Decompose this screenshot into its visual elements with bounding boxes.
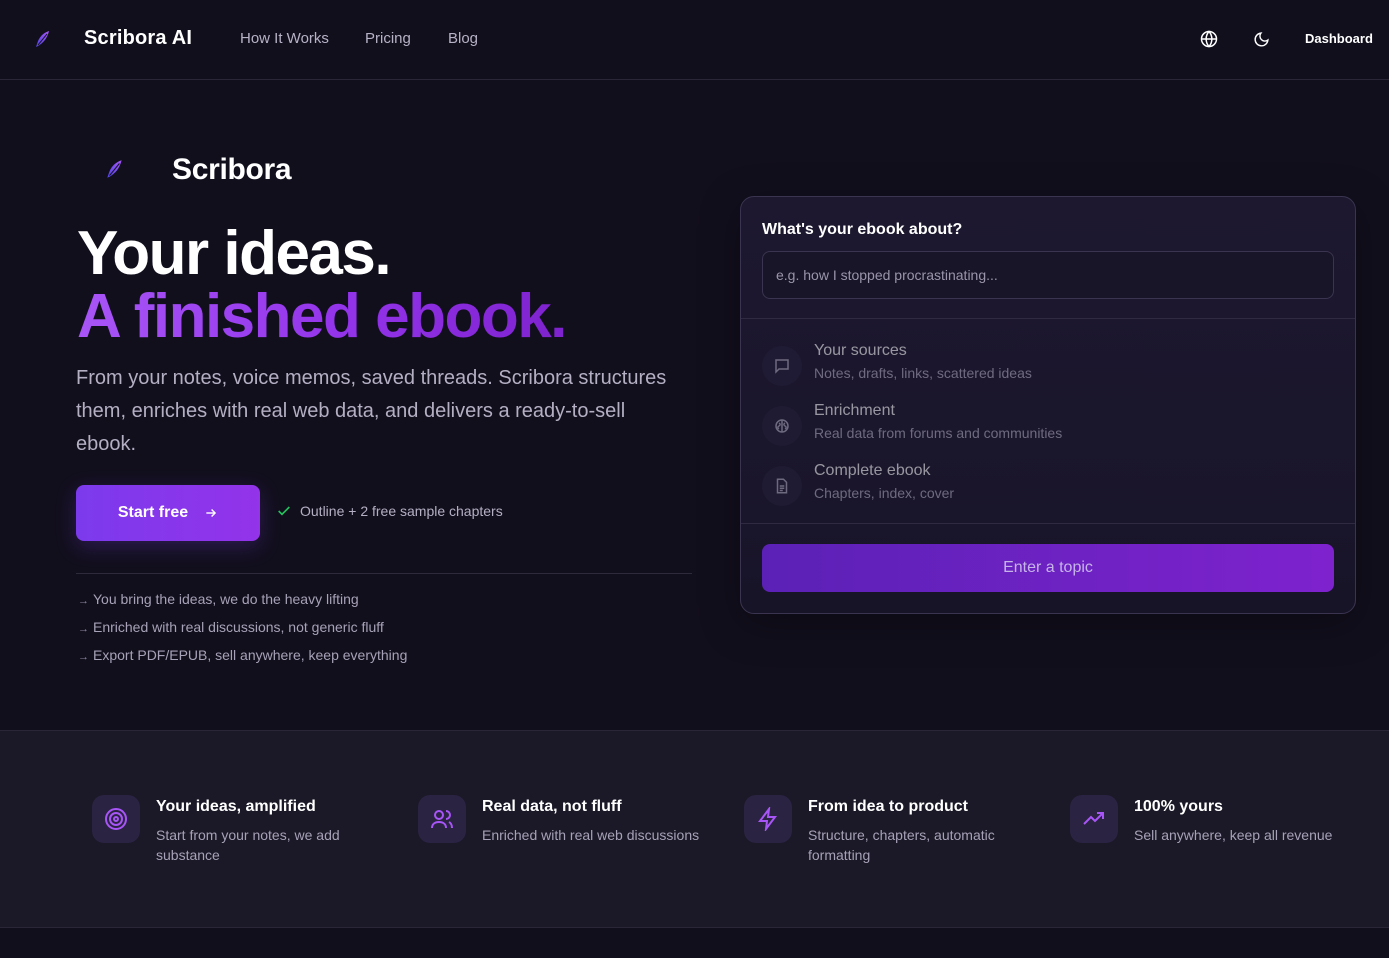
step-your-sources: Your sources Notes, drafts, links, scatt… — [762, 342, 1322, 388]
step-subtitle: Notes, drafts, links, scattered ideas — [814, 365, 1032, 381]
dashboard-link[interactable]: Dashboard — [1305, 31, 1373, 46]
nav-blog[interactable]: Blog — [448, 30, 478, 47]
step-subtitle: Real data from forums and communities — [814, 425, 1063, 441]
start-free-label: Start free — [117, 504, 189, 521]
feature-title: Your ideas, amplified — [156, 798, 316, 815]
step-subtitle: Chapters, index, cover — [814, 485, 955, 501]
feature-subtitle: Start from your notes, we add substance — [156, 827, 340, 863]
benefit-item: → Enriched with real discussions, not ge… — [78, 619, 384, 635]
feature-subtitle: Structure, chapters, automatic formattin… — [808, 827, 995, 863]
top-navigation-bar: Scribora AI How It Works Pricing Blog Da… — [0, 0, 1389, 80]
lightning-icon — [744, 795, 792, 843]
step-title: Enrichment — [814, 402, 895, 419]
hero-logo-text: Scribora — [172, 153, 292, 186]
moon-icon — [1254, 31, 1269, 46]
benefit-item: → You bring the ideas, we do the heavy l… — [78, 591, 359, 607]
feather-logo-icon — [104, 158, 126, 180]
hero-description: From your notes, voice memos, saved thre… — [76, 367, 667, 455]
enter-topic-button[interactable]: Enter a topic — [762, 544, 1334, 592]
small-arrow-icon: → — [78, 595, 89, 607]
card-divider — [741, 318, 1355, 319]
divider — [76, 573, 692, 574]
step-title: Your sources — [814, 342, 907, 359]
step-complete-ebook: Complete ebook Chapters, index, cover — [762, 462, 1322, 508]
check-icon — [278, 506, 290, 516]
topic-input[interactable] — [762, 251, 1334, 299]
brain-icon — [762, 406, 802, 446]
small-arrow-icon: → — [78, 651, 89, 663]
globe-icon — [1200, 30, 1218, 48]
feather-logo-icon[interactable] — [33, 29, 53, 49]
feature-title: 100% yours — [1134, 798, 1223, 815]
step-title: Complete ebook — [814, 462, 931, 479]
cta-note: Outline + 2 free sample chapters — [276, 503, 503, 519]
small-arrow-icon: → — [78, 623, 89, 635]
topic-question: What's your ebook about? — [762, 221, 963, 238]
ebook-topic-card: What's your ebook about? Your sources No… — [740, 196, 1356, 614]
step-enrichment: Enrichment Real data from forums and com… — [762, 402, 1322, 448]
cta-note-text: Outline + 2 free sample chapters — [300, 503, 503, 519]
users-icon — [418, 795, 466, 843]
feature-subtitle: Sell anywhere, keep all revenue — [1134, 827, 1333, 843]
hero-headline-line-1: Your ideas. — [77, 219, 392, 288]
trending-up-icon — [1070, 795, 1118, 843]
language-button[interactable] — [1197, 27, 1221, 51]
start-free-button[interactable]: Start free — [76, 485, 260, 541]
chat-bubble-icon — [762, 346, 802, 386]
theme-toggle-button[interactable] — [1249, 27, 1273, 51]
hero-headline-line-2: A finished ebook. — [77, 282, 567, 351]
target-icon — [92, 795, 140, 843]
arrow-right-icon — [206, 509, 217, 517]
document-icon — [762, 466, 802, 506]
feature-title: Real data, not fluff — [482, 798, 622, 815]
feature-title: From idea to product — [808, 798, 968, 815]
nav-how-it-works[interactable]: How It Works — [240, 30, 329, 47]
brand-name[interactable]: Scribora AI — [84, 27, 192, 50]
card-divider — [741, 523, 1355, 524]
feature-subtitle: Enriched with real web discussions — [482, 827, 700, 843]
benefit-item: → Export PDF/EPUB, sell anywhere, keep e… — [78, 647, 408, 663]
nav-pricing[interactable]: Pricing — [365, 30, 411, 47]
features-section: Your ideas, amplified Start from your no… — [0, 730, 1389, 928]
